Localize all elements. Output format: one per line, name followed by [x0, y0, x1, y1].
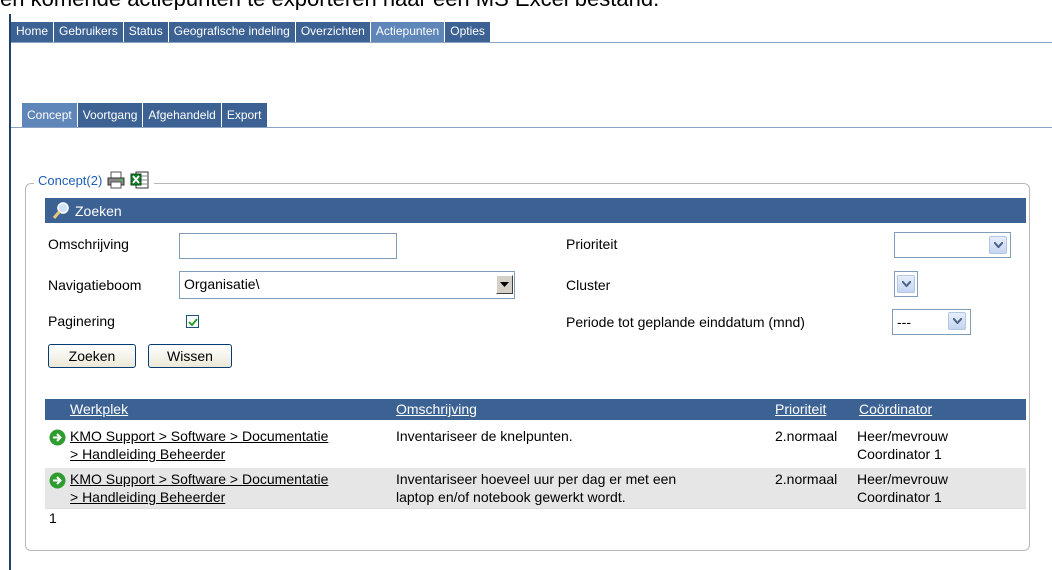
chevron-down-icon — [993, 242, 1003, 248]
excel-icon[interactable] — [130, 170, 150, 190]
cluster-dropdown-button[interactable] — [897, 275, 915, 293]
zoeken-button[interactable]: Zoeken — [48, 344, 136, 368]
periode-dropdown-button[interactable] — [948, 312, 966, 330]
intro-text: en komende actiepunten te exporteren naa… — [0, 0, 1052, 10]
coordinator-line1: Heer/mevrouw — [857, 428, 949, 444]
col-werkplek[interactable]: Werkplek — [70, 401, 128, 417]
tab-status[interactable]: Status — [123, 22, 169, 42]
printer-icon[interactable] — [106, 170, 126, 190]
chevron-down-icon — [952, 318, 962, 324]
checkmark-icon — [187, 317, 198, 326]
tab-voortgang[interactable]: Voortgang — [77, 103, 144, 127]
chevron-down-icon — [901, 281, 911, 287]
tab-afgehandeld[interactable]: Afgehandeld — [143, 103, 222, 127]
periode-label: Periode tot geplande einddatum (mnd) — [566, 314, 805, 330]
table-row: KMO Support > Software > Documentatie > … — [45, 425, 1026, 465]
werkplek-link[interactable]: KMO Support > Software > Documentatie > … — [70, 427, 328, 463]
omschrijving-cell: Inventariseer de knelpunten. — [396, 427, 573, 445]
periode-value: --- — [897, 314, 911, 330]
page-left-border — [9, 14, 11, 570]
tab-actiepunten[interactable]: Actiepunten — [370, 22, 446, 42]
werkplek-line1: KMO Support > Software > Documentatie — [70, 471, 329, 487]
omschrijving-label: Omschrijving — [48, 236, 129, 252]
cluster-label: Cluster — [566, 277, 611, 293]
col-coordinator[interactable]: Coördinator — [859, 401, 932, 417]
coordinator-cell: Heer/mevrouw Coordinator 1 — [857, 470, 948, 506]
magnifier-icon — [51, 201, 71, 221]
table-row: KMO Support > Software > Documentatie > … — [45, 468, 1026, 508]
tab-overzichten[interactable]: Overzichten — [295, 22, 371, 42]
navigatieboom-label: Navigatieboom — [48, 277, 142, 293]
navigatieboom-dropdown-button[interactable] — [496, 275, 513, 294]
concept-legend: Concept(2) — [34, 169, 155, 191]
omschrijving-cell: Inventariseer hoeveel uur per dag er met… — [396, 470, 676, 506]
top-menu-divider — [11, 42, 1052, 43]
concept-legend-label[interactable]: Concept(2) — [38, 173, 102, 188]
coordinator-line2: Coordinator 1 — [857, 489, 942, 505]
coordinator-line1: Heer/mevrouw — [857, 471, 949, 487]
prioriteit-dropdown-button[interactable] — [989, 236, 1007, 254]
tab-concept[interactable]: Concept — [22, 103, 78, 127]
omschrijving-line1: Inventariseer hoeveel uur per dag er met… — [396, 471, 677, 487]
omschrijving-line1: Inventariseer de knelpunten. — [396, 428, 573, 444]
tab-geografische-indeling[interactable]: Geografische indeling — [168, 22, 296, 42]
tab-opties[interactable]: Opties — [445, 22, 491, 42]
chevron-down-icon — [500, 281, 509, 287]
werkplek-line1: KMO Support > Software > Documentatie — [70, 428, 329, 444]
col-prioriteit[interactable]: Prioriteit — [775, 401, 826, 417]
tab-home[interactable]: Home — [11, 22, 55, 42]
go-arrow-icon[interactable] — [49, 472, 66, 489]
coordinator-line2: Coordinator 1 — [857, 446, 942, 462]
paginering-label: Paginering — [48, 313, 115, 329]
coordinator-cell: Heer/mevrouw Coordinator 1 — [857, 427, 948, 463]
werkplek-link[interactable]: KMO Support > Software > Documentatie > … — [70, 470, 328, 506]
prioriteit-label: Prioriteit — [566, 236, 618, 252]
search-panel-header: Zoeken — [45, 198, 1026, 223]
sub-tabs: Concept Voortgang Afgehandeld Export — [22, 103, 268, 127]
results-header: Werkplek Omschrijving Prioriteit Coördin… — [45, 399, 1026, 420]
wissen-button[interactable]: Wissen — [148, 344, 232, 368]
go-arrow-icon[interactable] — [49, 429, 66, 446]
prioriteit-cell: 2.normaal — [775, 428, 838, 444]
top-menu: Home Gebruikers Status Geografische inde… — [11, 22, 491, 42]
page-number-link[interactable]: 1 — [49, 510, 57, 526]
omschrijving-line2: laptop en/of notebook gewerkt wordt. — [396, 489, 626, 505]
pager: 1 — [45, 508, 1026, 526]
tab-gebruikers[interactable]: Gebruikers — [54, 22, 124, 42]
omschrijving-input[interactable] — [179, 233, 397, 259]
werkplek-line2: > Handleiding Beheerder — [70, 489, 226, 505]
paginering-checkbox[interactable] — [186, 315, 199, 328]
werkplek-line2: > Handleiding Beheerder — [70, 446, 226, 462]
navigatieboom-select[interactable]: Organisatie\ — [179, 271, 515, 299]
sub-tabs-divider — [11, 127, 1052, 128]
navigatieboom-value: Organisatie\ — [184, 276, 260, 292]
col-omschrijving[interactable]: Omschrijving — [396, 401, 477, 417]
tab-export[interactable]: Export — [221, 103, 268, 127]
prioriteit-cell: 2.normaal — [775, 471, 838, 487]
search-panel-title: Zoeken — [75, 202, 122, 219]
